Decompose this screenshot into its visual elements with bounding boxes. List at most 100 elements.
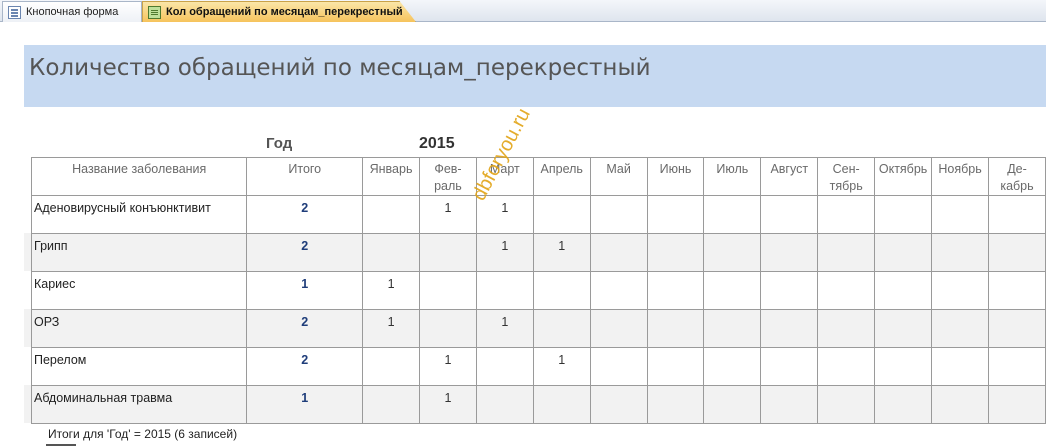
month-count-cell <box>817 385 876 424</box>
month-count-cell <box>760 195 819 234</box>
month-count-cell <box>874 195 933 234</box>
month-count-cell <box>760 309 819 348</box>
month-count-cell <box>931 309 989 348</box>
month-count-cell <box>475 271 534 310</box>
month-count-cell <box>931 385 989 424</box>
month-count-cell <box>988 233 1046 272</box>
month-count-cell <box>646 233 705 272</box>
month-count-cell: 1 <box>419 385 477 424</box>
column-header: Май <box>589 157 648 196</box>
table-row: ОРЗ 2 1 1 <box>30 309 1046 348</box>
header-row: Название заболевания Итого Январь Фев- раль… <box>30 157 1046 196</box>
tab-label: Кол обращений по месяцам_перекрестный <box>166 6 403 18</box>
month-count-cell <box>362 347 421 386</box>
month-count-cell <box>703 385 762 424</box>
month-count-cell <box>988 385 1046 424</box>
tab-switchboard-form[interactable]: Кнопочная форма <box>2 1 142 22</box>
month-count-cell <box>362 385 421 424</box>
total-cell: 2 <box>246 233 364 272</box>
total-cell: 2 <box>246 195 364 234</box>
column-header: Ноябрь <box>931 157 989 196</box>
month-count-cell <box>760 385 819 424</box>
month-count-cell <box>988 195 1046 234</box>
table-row: Аденовирусный конъюнктивит 2 1 1 <box>30 195 1046 234</box>
month-count-cell <box>589 347 648 386</box>
month-count-cell <box>362 195 421 234</box>
month-count-cell <box>817 309 876 348</box>
month-count-cell <box>931 195 989 234</box>
month-count-cell <box>817 271 876 310</box>
month-count-cell <box>589 195 648 234</box>
month-count-cell <box>760 233 819 272</box>
month-count-cell <box>532 385 591 424</box>
month-count-cell <box>646 271 705 310</box>
month-count-cell <box>362 233 421 272</box>
column-header: Де- кабрь <box>988 157 1046 196</box>
month-count-cell <box>760 347 819 386</box>
report-icon <box>148 5 161 19</box>
month-count-cell <box>532 271 591 310</box>
table-row: Абдоминальная травма 1 1 <box>30 385 1046 424</box>
tab-label: Кнопочная форма <box>26 6 119 18</box>
month-count-cell <box>532 195 591 234</box>
month-count-cell <box>589 233 648 272</box>
month-count-cell <box>703 233 762 272</box>
month-count-cell <box>874 309 933 348</box>
month-count-cell <box>646 195 705 234</box>
row-marker <box>24 385 31 423</box>
month-count-cell <box>646 347 705 386</box>
footer-divider <box>46 423 1046 424</box>
month-count-cell: 1 <box>362 309 421 348</box>
month-count-cell: 1 <box>532 233 591 272</box>
row-marker <box>24 233 31 271</box>
month-count-cell: 1 <box>419 195 477 234</box>
month-count-cell <box>475 347 534 386</box>
total-cell: 1 <box>246 385 364 424</box>
month-count-cell <box>817 347 876 386</box>
month-count-cell: 1 <box>532 347 591 386</box>
month-count-cell <box>532 309 591 348</box>
disease-name-cell: Грипп <box>30 233 248 272</box>
total-cell: 1 <box>246 271 364 310</box>
month-count-cell <box>703 309 762 348</box>
year-value: 2015 <box>419 135 455 152</box>
month-count-cell <box>817 195 876 234</box>
footer-divider <box>46 444 76 446</box>
table-row: Грипп 2 1 1 <box>30 233 1046 272</box>
month-count-cell <box>988 309 1046 348</box>
disease-name-cell: ОРЗ <box>30 309 248 348</box>
column-header: Сен- тябрь <box>817 157 876 196</box>
year-label: Год <box>266 135 293 152</box>
column-header: Январь <box>362 157 421 196</box>
month-count-cell <box>874 271 933 310</box>
month-count-cell: 1 <box>475 233 534 272</box>
month-count-cell <box>646 309 705 348</box>
month-count-cell <box>817 233 876 272</box>
month-count-cell <box>589 385 648 424</box>
month-count-cell <box>419 309 477 348</box>
month-count-cell <box>703 271 762 310</box>
table-row: Кариес 1 1 <box>30 271 1046 310</box>
month-count-cell <box>874 233 933 272</box>
disease-name-cell: Кариес <box>30 271 248 310</box>
month-count-cell: 1 <box>419 347 477 386</box>
month-count-cell <box>931 347 989 386</box>
month-count-cell <box>419 271 477 310</box>
month-count-cell <box>988 271 1046 310</box>
group-summary: Итоги для 'Год' = 2015 (6 записей) <box>48 427 238 441</box>
report-title: Количество обращений по месяцам_перекрес… <box>29 55 651 81</box>
column-header: Апрель <box>532 157 591 196</box>
disease-name-cell: Абдоминальная травма <box>30 385 248 424</box>
table-row: Перелом 2 1 1 <box>30 347 1046 386</box>
column-header: Июнь <box>646 157 705 196</box>
column-header: Август <box>760 157 819 196</box>
tab-crosstab-report[interactable]: Кол обращений по месяцам_перекрестный <box>142 1 416 22</box>
form-icon <box>8 5 21 19</box>
month-count-cell: 1 <box>362 271 421 310</box>
month-count-cell <box>703 347 762 386</box>
disease-name-cell: Перелом <box>30 347 248 386</box>
month-count-cell <box>475 385 534 424</box>
disease-name-cell: Аденовирусный конъюнктивит <box>30 195 248 234</box>
column-header: Июль <box>703 157 762 196</box>
month-count-cell <box>703 195 762 234</box>
